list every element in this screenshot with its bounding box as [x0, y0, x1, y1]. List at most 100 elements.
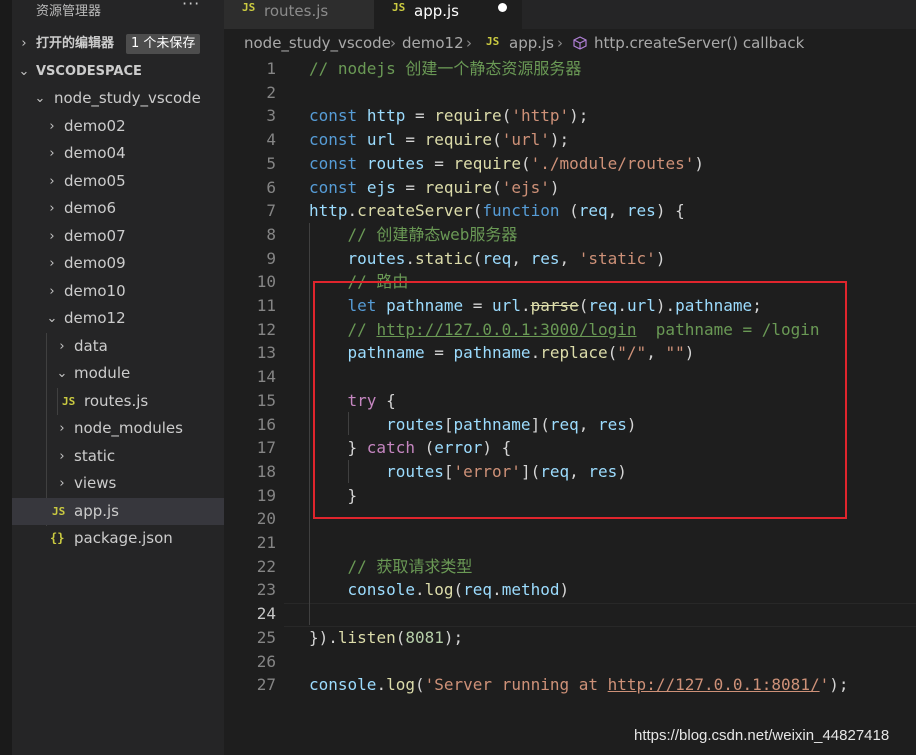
line-number: 26: [256, 651, 276, 671]
line-number: 16: [256, 414, 276, 434]
chevron-down-icon: ⌄: [18, 64, 30, 79]
method-cube-icon: [573, 36, 587, 50]
line-number: 23: [256, 580, 276, 600]
tree-item-demo05[interactable]: › demo05: [12, 168, 224, 195]
js-file-icon: JS: [62, 395, 76, 408]
tree-item-views[interactable]: › views: [12, 470, 224, 497]
tree-item-label: demo07: [64, 227, 126, 245]
tree-item-demo04[interactable]: › demo04: [12, 140, 224, 167]
breadcrumb-item[interactable]: app.js: [509, 29, 554, 57]
tab-app-js[interactable]: JS app.js: [374, 0, 522, 29]
chevron-right-icon: ›: [49, 146, 55, 161]
js-file-icon: JS: [242, 1, 256, 14]
line-number: 11: [256, 296, 276, 315]
line-number: 21: [256, 533, 276, 552]
line-number: 8: [266, 224, 276, 244]
json-file-icon: {}: [50, 531, 65, 545]
tree-item-label: data: [74, 337, 108, 355]
highlight-annotation-box: [313, 281, 847, 519]
tree-item-demo10[interactable]: › demo10: [12, 278, 224, 305]
tree-item-label: node_modules: [74, 419, 183, 437]
code-line: const routes = require('./module/routes'…: [309, 153, 704, 173]
tab-label: routes.js: [264, 2, 329, 20]
tree-item-data[interactable]: › data: [12, 333, 224, 360]
line-number: 7: [266, 201, 276, 221]
tree-item-demo02[interactable]: › demo02: [12, 113, 224, 140]
code-line: }).listen(8081);: [309, 627, 464, 647]
tree-item-demo12[interactable]: ⌄ demo12: [12, 305, 224, 332]
line-number: 4: [266, 130, 276, 150]
code-line: http.createServer(function (req, res) {: [309, 201, 685, 221]
tree-item-label: demo09: [64, 254, 126, 272]
tree-item-demo09[interactable]: › demo09: [12, 250, 224, 277]
tree-item-demo6[interactable]: › demo6: [12, 195, 224, 222]
open-editors-section[interactable]: › 打开的编辑器 1 个未保存: [12, 30, 224, 57]
tree-item-label: views: [74, 474, 117, 492]
tree-item-module[interactable]: ⌄ module: [12, 360, 224, 387]
tree-item-routes-js[interactable]: JS routes.js: [12, 388, 224, 415]
chevron-right-icon: ›: [59, 449, 65, 464]
line-number: 12: [256, 319, 276, 339]
line-number: 20: [256, 509, 276, 529]
chevron-right-icon: ›: [49, 229, 55, 244]
line-number: 13: [256, 343, 276, 363]
tree-item-label: node_study_vscode: [54, 89, 201, 107]
tree-item-label: demo10: [64, 282, 126, 300]
tree-item-app-js[interactable]: JS app.js: [12, 498, 224, 525]
breadcrumb-item[interactable]: http.createServer() callback: [594, 29, 804, 57]
tab-routes-js[interactable]: JS routes.js: [224, 0, 374, 29]
unsaved-dot-icon[interactable]: [498, 3, 507, 12]
tree-item-label: module: [74, 364, 131, 382]
code-line: console.log(req.method): [347, 580, 570, 600]
line-number: 19: [256, 485, 276, 505]
tree-item-label: demo02: [64, 117, 126, 135]
breadcrumb-item[interactable]: node_study_vscode: [244, 29, 391, 57]
tree-item-static[interactable]: › static: [12, 443, 224, 470]
chevron-right-icon: ›: [466, 34, 472, 52]
chevron-right-icon: ›: [49, 119, 55, 134]
js-file-icon: JS: [52, 505, 66, 518]
line-number: 18: [256, 461, 276, 481]
line-number: 3: [266, 106, 276, 126]
line-number: 6: [266, 177, 276, 197]
chevron-right-icon: ›: [21, 36, 27, 51]
chevron-down-icon: ⌄: [34, 91, 46, 106]
line-number: 9: [266, 248, 276, 268]
chevron-right-icon: ›: [49, 201, 55, 216]
activity-bar-edge: [0, 0, 12, 755]
line-number: 22: [256, 556, 276, 576]
line-number: 27: [256, 675, 276, 695]
code-line: // 获取请求类型: [347, 556, 473, 576]
code-line: const http = require('http');: [309, 106, 589, 126]
explorer-sidebar: 资源管理器 ··· › 打开的编辑器 1 个未保存 ⌄ VSCODESPACE …: [0, 0, 224, 755]
tree-item-label: demo04: [64, 144, 126, 162]
line-number: 15: [256, 390, 276, 410]
line-number-current: 24: [256, 604, 276, 624]
line-number: 1: [266, 59, 276, 78]
line-number: 5: [266, 153, 276, 173]
more-actions-icon[interactable]: ···: [182, 0, 200, 13]
js-file-icon: JS: [392, 1, 406, 14]
tree-item-node-study-vscode[interactable]: ⌄ node_study_vscode: [12, 85, 224, 112]
workspace-label: VSCODESPACE: [36, 64, 142, 79]
breadcrumb-item[interactable]: demo12: [402, 29, 464, 57]
line-number: 10: [256, 272, 276, 292]
tab-label: app.js: [414, 2, 459, 20]
tab-bar: JS routes.js JS app.js: [224, 0, 916, 29]
tree-item-demo07[interactable]: › demo07: [12, 223, 224, 250]
tree-item-node-modules[interactable]: › node_modules: [12, 415, 224, 442]
line-number: 25: [256, 627, 276, 647]
tree-item-label: static: [74, 447, 116, 465]
workspace-section[interactable]: ⌄ VSCODESPACE: [12, 58, 224, 85]
line-number: 17: [256, 438, 276, 458]
tree-item-label: routes.js: [84, 392, 149, 410]
unsaved-badge: 1 个未保存: [126, 34, 201, 54]
chevron-right-icon: ›: [59, 421, 65, 436]
watermark-text: https://blog.csdn.net/weixin_44827418: [634, 727, 890, 744]
tree-item-label: demo6: [64, 199, 117, 217]
chevron-right-icon: ›: [390, 34, 396, 52]
chevron-right-icon: ›: [59, 339, 65, 354]
tree-item-package-json[interactable]: {} package.json: [12, 525, 224, 552]
breadcrumb: node_study_vscode › demo12 › JS app.js ›…: [224, 29, 916, 57]
js-file-icon: JS: [486, 35, 500, 48]
